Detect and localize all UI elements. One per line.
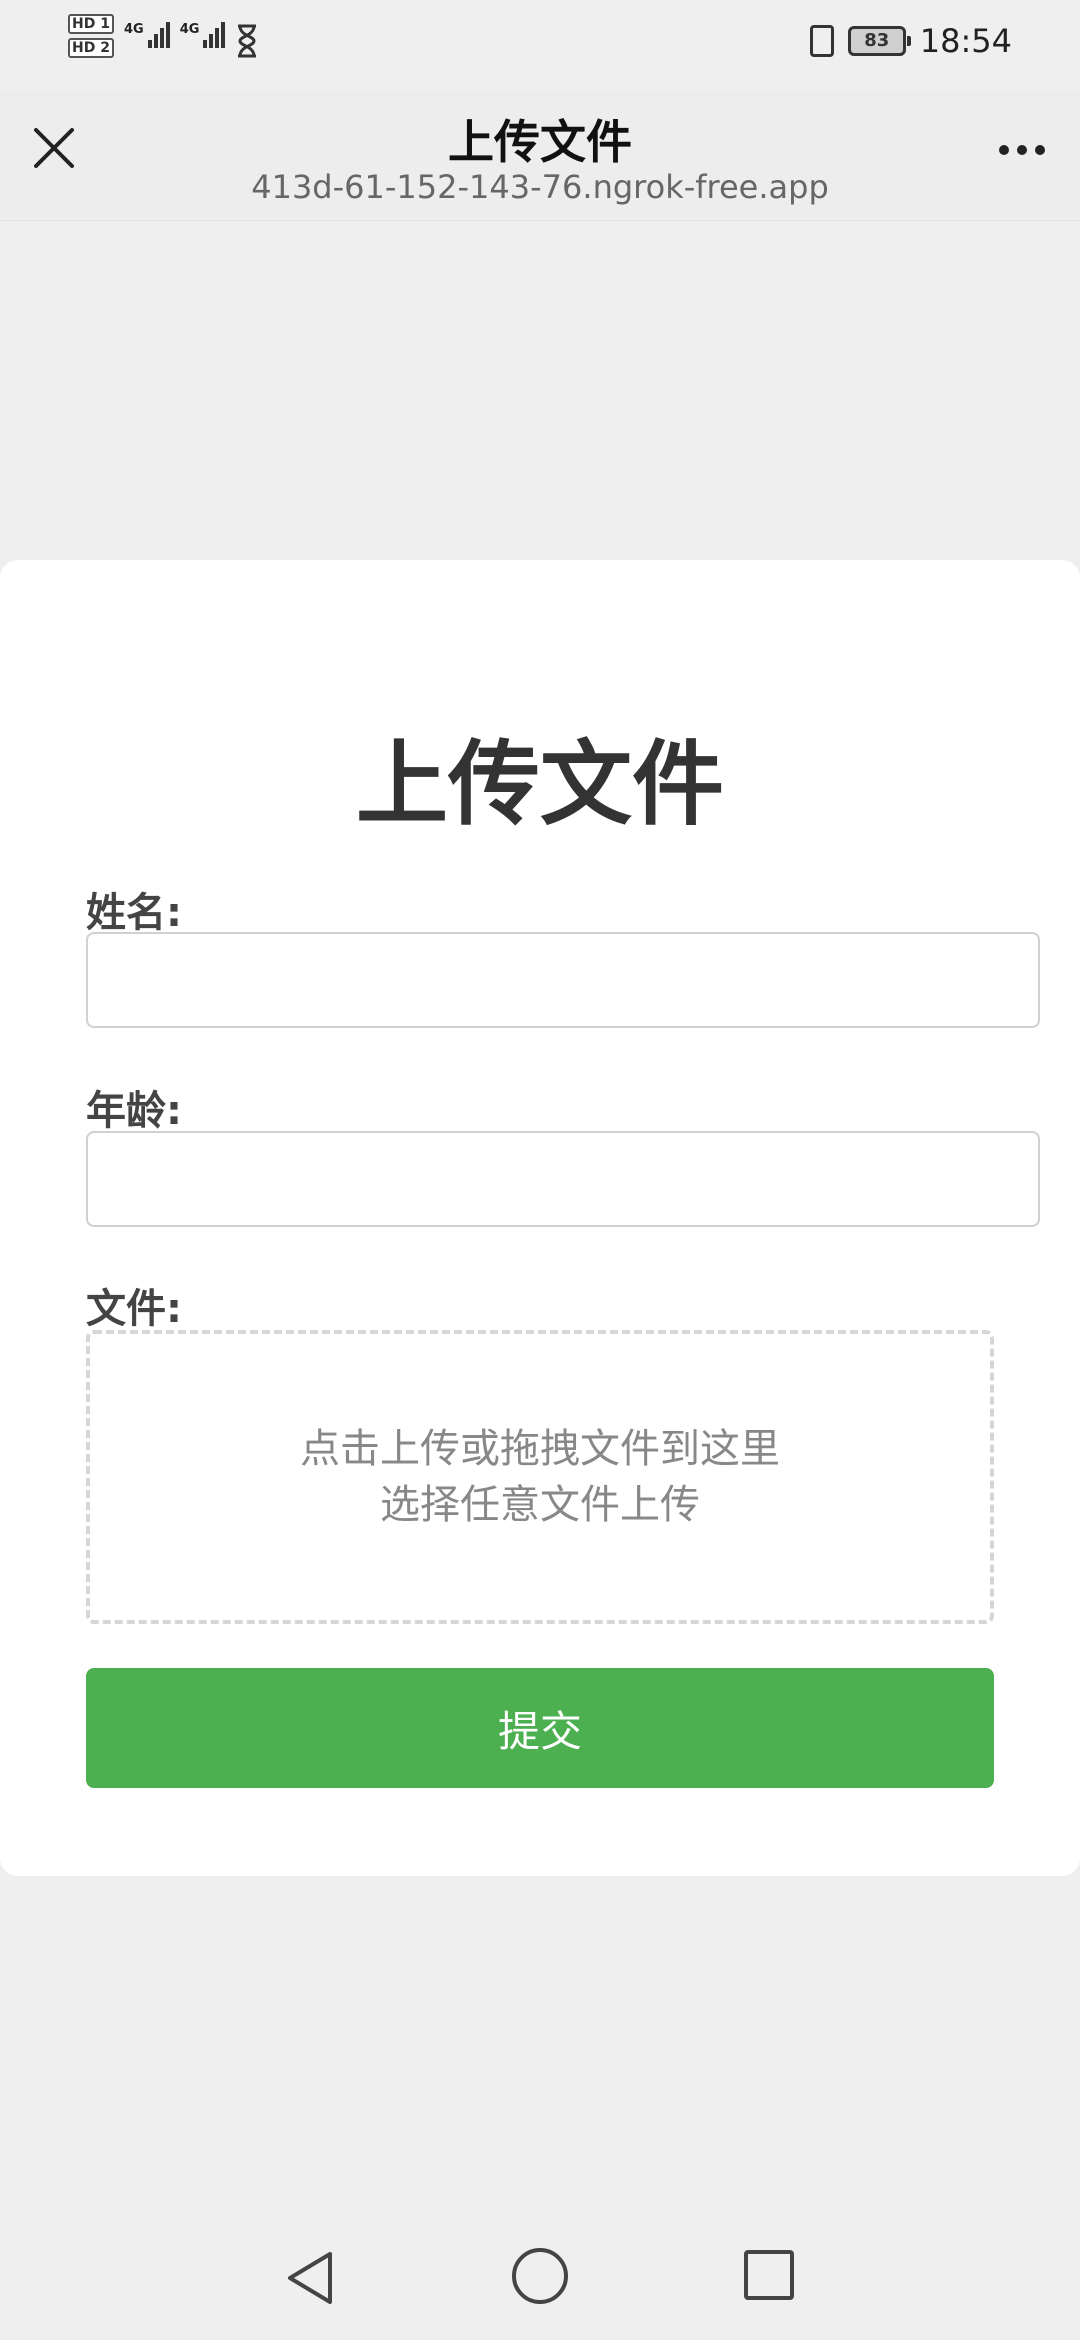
name-label: 姓名:: [86, 890, 182, 936]
sim2-hd-badge: HD 2: [68, 38, 114, 58]
home-icon[interactable]: [512, 2248, 568, 2304]
age-input[interactable]: [86, 1131, 1040, 1227]
sim2-index: 2: [100, 40, 110, 56]
dropzone-line1: 点击上传或拖拽文件到这里: [300, 1426, 780, 1472]
submit-button[interactable]: 提交: [86, 1668, 994, 1788]
hourglass-icon: [238, 24, 257, 58]
page-url: 413d-61-152-143-76.ngrok-free.app: [251, 168, 829, 206]
battery-icon: 83: [847, 26, 911, 56]
back-icon[interactable]: [282, 2248, 338, 2308]
sim1-hd-badge: HD 1: [68, 14, 114, 34]
status-left: HD 1 HD 2 4G 4G: [68, 14, 259, 58]
status-right: 83 18:54: [809, 22, 1012, 60]
battery-level: 83: [864, 30, 890, 51]
network1-label: 4G: [123, 22, 144, 37]
signal-2-icon: 4G: [180, 22, 226, 48]
vibrate-icon: [809, 25, 834, 57]
navigation-bar: [0, 2220, 1080, 2340]
sim-badges: HD 1 HD 2: [68, 14, 114, 58]
sim2-hd-text: HD: [72, 40, 96, 56]
file-dropzone[interactable]: 点击上传或拖拽文件到这里 选择任意文件上传: [86, 1330, 994, 1624]
status-bar: HD 1 HD 2 4G 4G 83 18:54: [0, 0, 1080, 90]
age-label: 年龄:: [86, 1088, 182, 1134]
page-title: 上传文件: [448, 115, 632, 169]
signal-1-icon: 4G: [124, 22, 170, 48]
dropzone-line2: 选择任意文件上传: [380, 1482, 700, 1528]
network2-label: 4G: [179, 22, 200, 37]
title-bar: 上传文件 413d-61-152-143-76.ngrok-free.app: [0, 90, 1080, 221]
upload-form-card: 上传文件 姓名: 年龄: 文件: 点击上传或拖拽文件到这里 选择任意文件上传 提…: [0, 560, 1080, 1876]
file-label: 文件:: [86, 1286, 182, 1332]
name-input[interactable]: [86, 932, 1040, 1028]
clock: 18:54: [919, 22, 1012, 60]
form-heading: 上传文件: [355, 731, 724, 838]
recent-apps-icon[interactable]: [744, 2250, 794, 2300]
sim1-index: 1: [100, 16, 110, 32]
sim1-hd-text: HD: [72, 16, 96, 32]
more-options-icon[interactable]: [992, 130, 1052, 170]
